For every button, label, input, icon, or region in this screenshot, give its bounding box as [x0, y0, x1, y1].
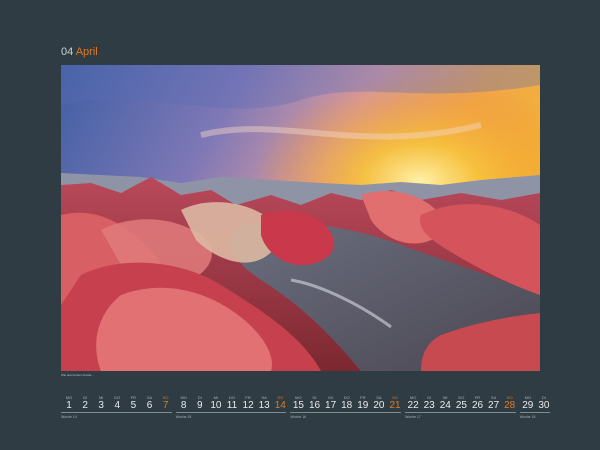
week-label: Woche 15 — [175, 415, 192, 419]
day-number: 24 — [439, 400, 451, 411]
calendar-day: SA 20 — [371, 395, 387, 411]
week-label: Woche 17 — [405, 415, 421, 419]
day-number: 1 — [66, 400, 72, 411]
month-header: 04 April — [61, 45, 98, 59]
week-divider — [61, 412, 172, 413]
day-number: 16 — [308, 400, 321, 411]
day-number: 23 — [423, 400, 435, 411]
day-number: 18 — [341, 400, 353, 411]
day-number: 8 — [180, 400, 187, 411]
day-number: 9 — [197, 400, 203, 411]
day-number: 11 — [226, 400, 238, 411]
landscape-photo — [61, 65, 540, 371]
calendar-day: MI 10 — [208, 395, 224, 411]
calendar-day: DI 30 — [536, 395, 552, 411]
calendar-day: DO 25 — [453, 395, 469, 411]
day-number: 14 — [274, 400, 286, 411]
calendar-day: MO 1 — [61, 395, 77, 411]
calendar-day: MI 3 — [93, 395, 109, 411]
day-number: 27 — [488, 400, 500, 411]
calendar-day: MI 24 — [437, 395, 453, 411]
calendar-day: DO 11 — [224, 395, 240, 411]
day-number: 21 — [389, 400, 401, 411]
week-label: Woche 14 — [61, 415, 77, 419]
week-label: Woche 16 — [290, 415, 307, 419]
week-divider — [290, 412, 402, 413]
week-divider — [175, 412, 287, 413]
calendar-day: SO 14 — [272, 395, 288, 411]
month-number: 04 — [61, 46, 74, 58]
calendar-day: DI 2 — [77, 395, 93, 411]
day-number: 5 — [130, 400, 137, 411]
day-number: 2 — [82, 400, 88, 411]
calendar-day: MO 29 — [520, 395, 536, 411]
calendar-day: FR 19 — [355, 395, 371, 411]
calendar-day: SO 7 — [158, 395, 174, 411]
day-number: 22 — [407, 400, 419, 411]
week-divider — [405, 412, 516, 413]
calendar-day: MO 15 — [290, 395, 306, 411]
calendar-day: FR 5 — [125, 395, 141, 411]
week-label: Woche 18 — [519, 415, 536, 419]
calendar-day: FR 12 — [240, 395, 256, 411]
day-number: 19 — [357, 400, 369, 411]
calendar-day: DO 4 — [109, 395, 125, 411]
day-number: 4 — [114, 400, 121, 411]
day-number: 7 — [162, 400, 169, 411]
calendar-day: MI 17 — [323, 395, 339, 411]
week-divider — [519, 412, 550, 413]
calendar-day: FR 26 — [470, 395, 486, 411]
day-number: 20 — [373, 400, 385, 411]
calendar-day: SA 27 — [486, 395, 502, 411]
calendar-day: SA 13 — [256, 395, 272, 411]
day-number: 28 — [504, 400, 516, 411]
day-number: 15 — [292, 400, 304, 411]
day-number: 25 — [455, 400, 467, 411]
calendar-day: SA 6 — [142, 395, 158, 411]
day-number: 12 — [242, 400, 254, 411]
calendar-day: DI 23 — [421, 395, 437, 411]
rainbow-mountains-image — [61, 65, 540, 371]
calendar-day: DO 18 — [339, 395, 355, 411]
day-number: 29 — [522, 400, 534, 411]
month-name: April — [75, 46, 98, 58]
day-number: 13 — [258, 400, 270, 411]
photo-caption: Wie aus bunten Kreide... — [61, 373, 94, 377]
calendar-strip: MO 1 DI 2 MI 3 DO 4 FR 5 SA 6 SO 7 MO 8 DI 9 MI 10 DO 11 FR 12 S… — [61, 395, 550, 425]
day-number: 3 — [98, 400, 104, 411]
calendar-day: DI 16 — [307, 395, 323, 411]
day-number: 10 — [210, 400, 222, 411]
calendar-day: SO 28 — [502, 395, 518, 411]
calendar-day: MO 8 — [176, 395, 192, 411]
day-number: 26 — [471, 400, 484, 411]
calendar-day: SO 21 — [387, 395, 403, 411]
day-number: 6 — [146, 400, 153, 411]
calendar-day: DI 9 — [192, 395, 208, 411]
day-number: 30 — [538, 400, 550, 411]
day-number: 17 — [325, 400, 337, 411]
calendar-day: MO 22 — [405, 395, 421, 411]
